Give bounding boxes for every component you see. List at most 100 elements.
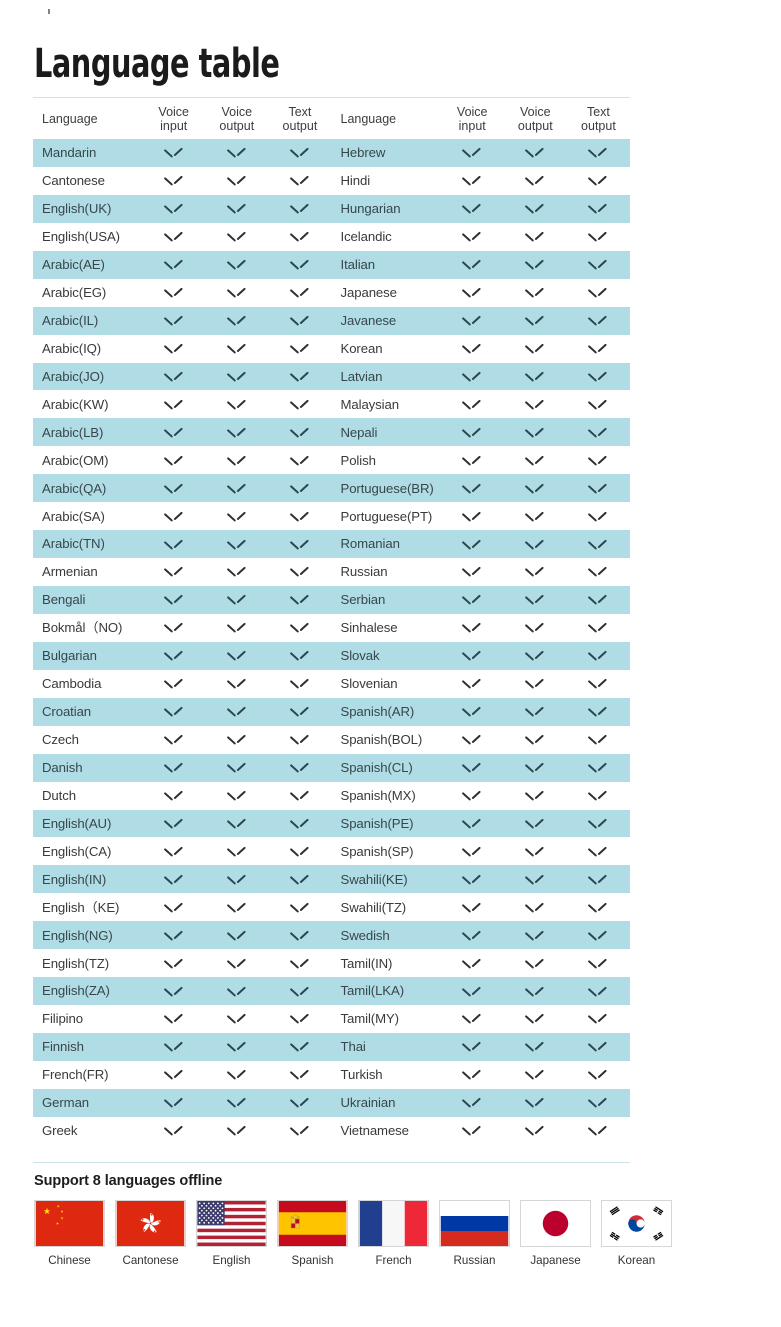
check-mark-icon xyxy=(291,848,308,857)
check-mark-icon xyxy=(228,848,245,857)
table-row: Arabic(JO) xyxy=(33,362,332,391)
cell-text-output xyxy=(567,307,630,335)
check-mark-icon xyxy=(590,177,607,186)
table-row: Malaysian xyxy=(331,390,630,419)
cell-text-output xyxy=(268,1005,331,1033)
check-mark-icon xyxy=(228,1043,245,1052)
col-header-text-output-line2: output xyxy=(282,118,318,133)
check-mark-icon xyxy=(590,708,607,717)
check-mark-icon xyxy=(590,289,607,298)
check-mark-icon xyxy=(165,457,182,466)
cell-voice-output xyxy=(205,363,268,391)
flag-usa-icon xyxy=(196,1200,267,1247)
cell-voice-output xyxy=(205,418,268,446)
check-mark-icon xyxy=(464,848,481,857)
check-mark-icon xyxy=(228,736,245,745)
check-mark-icon xyxy=(590,261,607,270)
cell-text-output xyxy=(567,530,630,558)
cell-voice-output xyxy=(205,977,268,1005)
cell-voice-input xyxy=(441,1061,504,1089)
check-mark-icon xyxy=(464,652,481,661)
table-row: Italian xyxy=(331,250,630,279)
cell-voice-input xyxy=(142,893,205,921)
check-mark-icon xyxy=(228,680,245,689)
cell-voice-output xyxy=(504,726,567,754)
cell-text-output xyxy=(567,363,630,391)
check-mark-icon xyxy=(527,317,544,326)
check-mark-icon xyxy=(291,652,308,661)
check-mark-icon xyxy=(165,485,182,494)
cell-text-output xyxy=(567,251,630,279)
offline-flag-label: Japanese xyxy=(530,1254,581,1267)
check-mark-icon xyxy=(464,289,481,298)
cell-text-output xyxy=(567,977,630,1005)
check-mark-icon xyxy=(291,960,308,969)
check-mark-icon xyxy=(590,233,607,242)
cell-text-output xyxy=(268,335,331,363)
check-mark-icon xyxy=(590,792,607,801)
cell-language: Portuguese(PT) xyxy=(340,508,433,524)
offline-languages-section: Support 8 languages offline Chinese Canto… xyxy=(34,1173,672,1267)
cell-voice-output xyxy=(205,167,268,195)
cell-voice-output xyxy=(504,335,567,363)
offline-flag-item: Japanese xyxy=(520,1200,591,1267)
cell-voice-input xyxy=(142,1005,205,1033)
cell-language: Turkish xyxy=(340,1067,383,1083)
cell-language: Tamil(MY) xyxy=(340,1011,400,1027)
cell-voice-input xyxy=(142,474,205,502)
table-row: Swedish xyxy=(331,921,630,950)
check-mark-icon xyxy=(527,457,544,466)
check-mark-icon xyxy=(165,652,182,661)
cell-text-output xyxy=(268,195,331,223)
cell-text-output xyxy=(567,446,630,474)
table-row: Turkish xyxy=(331,1060,630,1089)
cell-voice-input xyxy=(142,502,205,530)
col-header-voice-output-line2: output xyxy=(517,118,553,133)
check-mark-icon xyxy=(165,1043,182,1052)
check-mark-icon xyxy=(165,736,182,745)
table-row: English(USA) xyxy=(33,222,332,251)
check-mark-icon xyxy=(527,596,544,605)
cell-voice-output xyxy=(205,810,268,838)
col-header-voice-input-line2: input xyxy=(160,118,188,133)
check-mark-icon xyxy=(464,876,481,885)
check-mark-icon xyxy=(291,596,308,605)
cell-voice-input xyxy=(441,865,504,893)
cell-language: Tamil(LKA) xyxy=(340,983,405,999)
cell-voice-input xyxy=(441,810,504,838)
cell-voice-input xyxy=(441,167,504,195)
check-mark-icon xyxy=(291,1043,308,1052)
cell-voice-output xyxy=(504,1061,567,1089)
check-mark-icon xyxy=(464,568,481,577)
cell-language: Thai xyxy=(340,1039,366,1055)
cell-text-output xyxy=(567,1089,630,1117)
check-mark-icon xyxy=(527,1071,544,1080)
cell-voice-output xyxy=(205,1005,268,1033)
check-mark-icon xyxy=(291,820,308,829)
cell-voice-input xyxy=(142,335,205,363)
check-mark-icon xyxy=(527,652,544,661)
cell-language: Arabic(EG) xyxy=(42,285,107,301)
check-mark-icon xyxy=(527,233,544,242)
cell-text-output xyxy=(268,893,331,921)
check-mark-icon xyxy=(291,401,308,410)
check-mark-icon xyxy=(228,289,245,298)
table-row: German xyxy=(33,1088,332,1117)
cell-text-output xyxy=(567,586,630,614)
page-title: Language table xyxy=(34,41,280,87)
check-mark-icon xyxy=(464,233,481,242)
check-mark-icon xyxy=(527,736,544,745)
table-row: Swahili(TZ) xyxy=(331,893,630,922)
check-mark-icon xyxy=(590,736,607,745)
check-mark-icon xyxy=(590,596,607,605)
check-mark-icon xyxy=(590,848,607,857)
col-header-text-output-line1: Text xyxy=(586,104,610,119)
check-mark-icon xyxy=(165,261,182,270)
check-mark-icon xyxy=(165,149,182,158)
check-mark-icon xyxy=(228,457,245,466)
check-mark-icon xyxy=(527,205,544,214)
cell-language: Arabic(AE) xyxy=(42,257,105,273)
cell-voice-input xyxy=(441,195,504,223)
cell-voice-output xyxy=(504,279,567,307)
check-mark-icon xyxy=(464,1071,481,1080)
